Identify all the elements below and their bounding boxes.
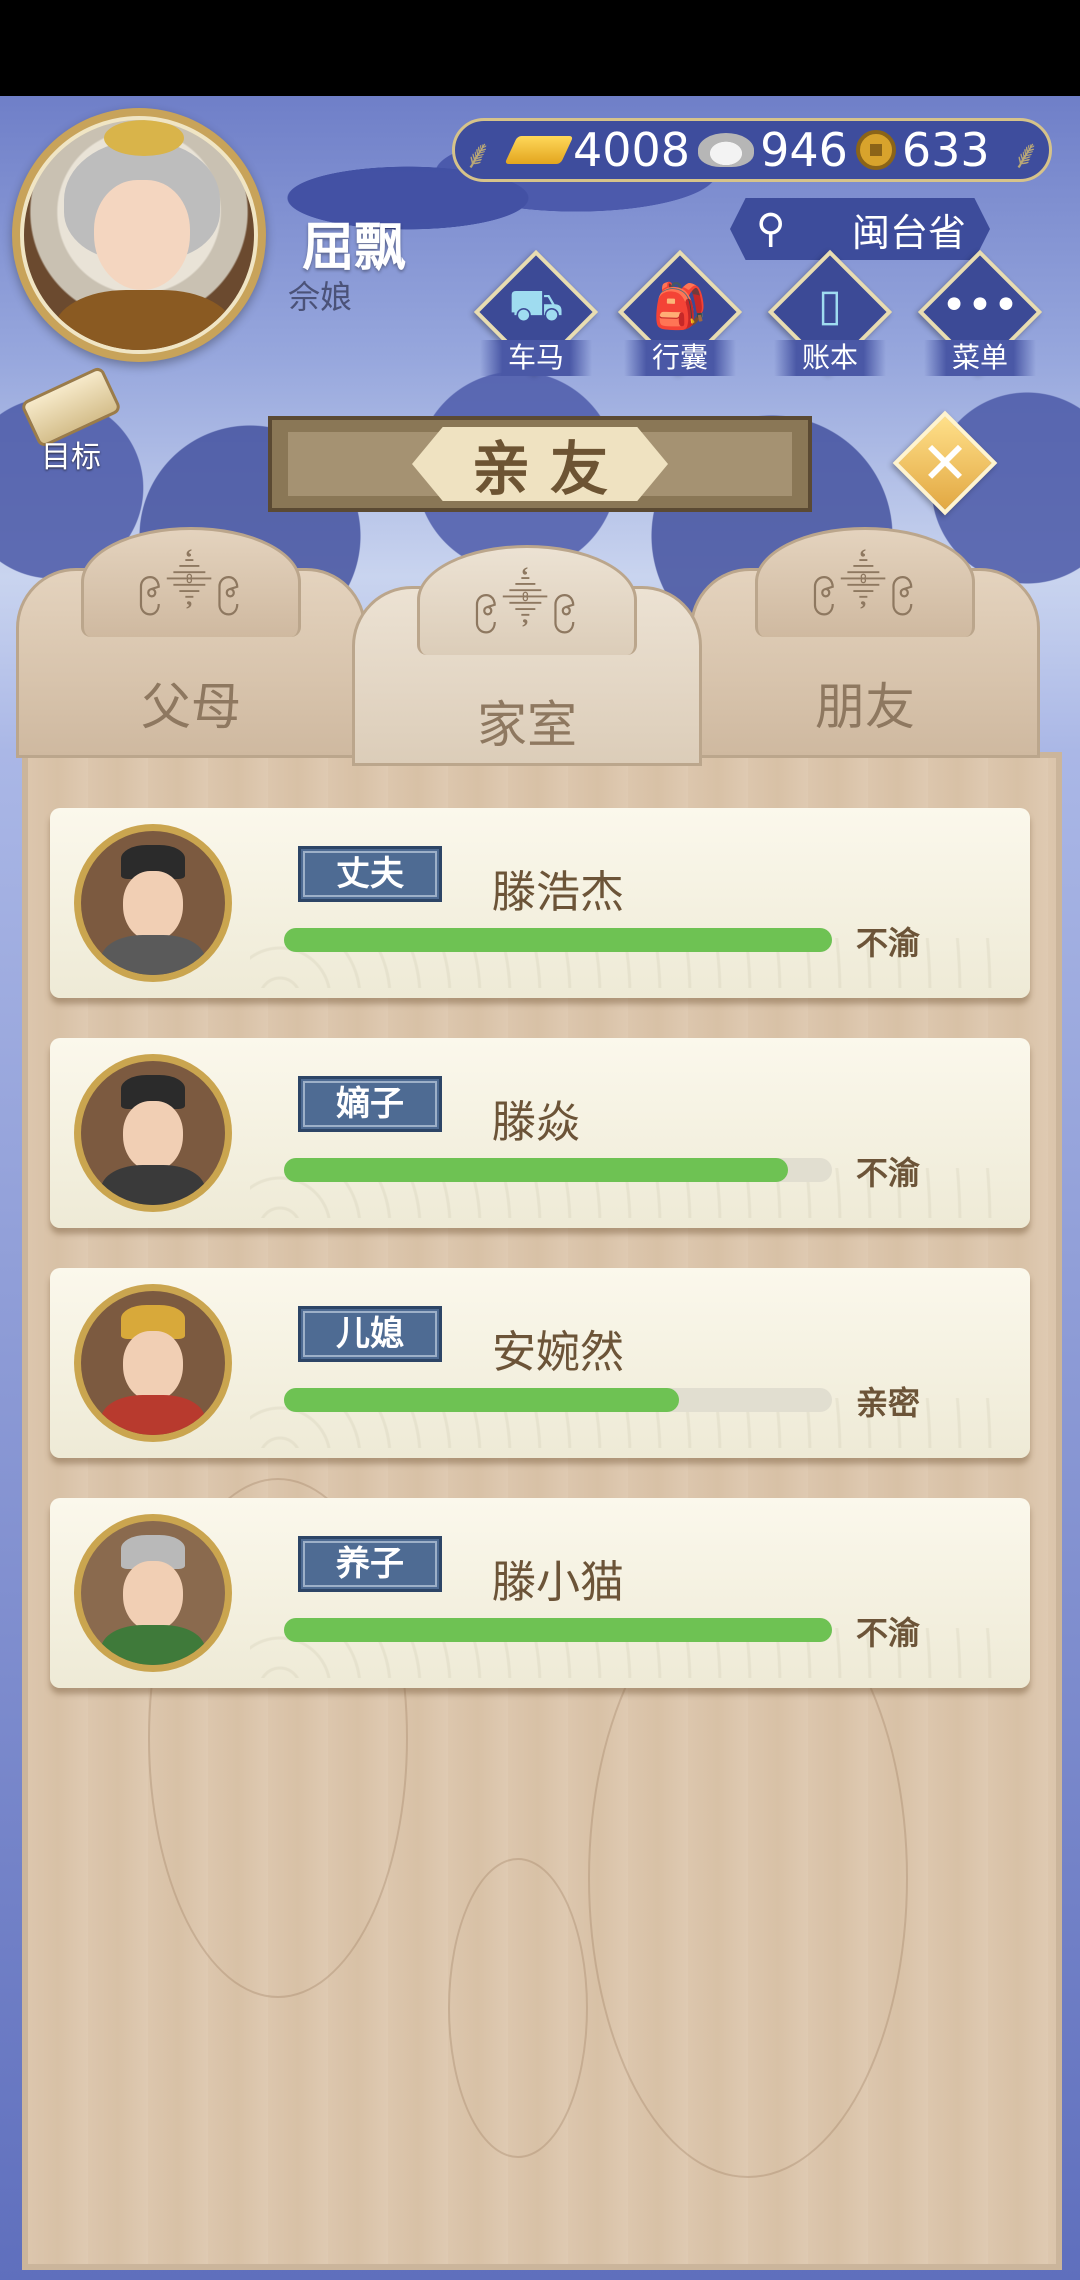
affinity-bar <box>284 1618 832 1642</box>
bamboo-right-icon: ⸙ <box>1011 132 1041 178</box>
portrait-face <box>123 871 183 941</box>
role-badge: 丈夫 <box>298 846 442 902</box>
status-bar <box>0 0 1080 96</box>
gold-counter[interactable]: 4008 <box>504 123 691 177</box>
carriage-button[interactable]: ⛟ 车马 <box>473 249 599 392</box>
portrait-face <box>123 1101 183 1171</box>
relation-status: 不渝 <box>856 1154 921 1192</box>
wood-grain <box>448 1858 588 2158</box>
avatar-crown <box>104 120 184 156</box>
map-location-icon: ⚲ <box>756 206 786 252</box>
member-name: 滕焱 <box>492 1097 580 1148</box>
avatar-robe <box>54 290 234 350</box>
goal-button[interactable]: 目标 <box>16 365 126 475</box>
member-portrait <box>74 1284 232 1442</box>
more-icon: ••• <box>941 280 1019 331</box>
tab-parents-label: 父母 <box>141 678 241 736</box>
location-label: 闽台省 <box>852 210 967 255</box>
affinity-bar <box>284 1388 832 1412</box>
ledger-label: 账本 <box>774 340 886 376</box>
page-title: 亲友 <box>412 427 668 501</box>
affinity-fill <box>284 928 832 952</box>
portrait-inner <box>81 1521 225 1665</box>
role-badge: 嫡子 <box>298 1076 442 1132</box>
member-name: 滕小猫 <box>492 1557 624 1608</box>
member-name: 安婉然 <box>492 1327 624 1378</box>
gold-ingot-icon <box>504 136 574 164</box>
portrait-body <box>101 1625 205 1665</box>
player-avatar[interactable] <box>12 108 266 362</box>
cloud-ornament-icon: ၉⸎၉ <box>755 527 975 637</box>
bag-button[interactable]: 🎒 行囊 <box>617 249 743 392</box>
avatar-portrait <box>20 116 258 354</box>
tab-friends-label: 朋友 <box>815 678 915 736</box>
location-button[interactable]: ⚲ 闽台省 <box>730 198 990 260</box>
menu-button[interactable]: ••• 菜单 <box>917 249 1043 392</box>
tab-parents[interactable]: ၉⸎၉ 父母 <box>16 527 366 758</box>
cloud-ornament-icon: ၉⸎၉ <box>417 545 637 655</box>
member-portrait <box>74 824 232 982</box>
title-banner: 亲友 <box>268 416 812 512</box>
silver-ingot-icon <box>698 133 755 167</box>
affinity-fill <box>284 1388 679 1412</box>
avatar-face <box>94 180 190 290</box>
coin-counter[interactable]: 633 <box>855 123 990 177</box>
member-card[interactable]: 丈夫 滕浩杰 不渝 <box>50 808 1030 998</box>
menu-label: 菜单 <box>924 340 1036 376</box>
portrait-face <box>123 1331 183 1401</box>
portrait-body <box>101 1395 205 1435</box>
portrait-body <box>101 1165 205 1205</box>
relation-status: 不渝 <box>856 924 921 962</box>
portrait-inner <box>81 831 225 975</box>
currency-bar: ⸙ 4008 946 633 ⸙ <box>452 118 1052 182</box>
ledger-icon: ▯ <box>817 280 843 331</box>
member-card[interactable]: 嫡子 滕焱 不渝 <box>50 1038 1030 1228</box>
cloud-ornament-icon: ၉⸎၉ <box>81 527 301 637</box>
portrait-body <box>101 935 205 975</box>
close-icon: ✕ <box>920 429 970 497</box>
affinity-fill <box>284 1158 789 1182</box>
tab-household-label: 家室 <box>477 696 577 754</box>
relation-status: 不渝 <box>856 1614 921 1652</box>
relation-status: 亲密 <box>856 1384 921 1422</box>
role-badge: 儿媳 <box>298 1306 442 1362</box>
affinity-bar <box>284 928 832 952</box>
member-portrait <box>74 1514 232 1672</box>
gold-amount: 4008 <box>573 123 691 177</box>
coin-amount: 633 <box>901 123 990 177</box>
carriage-icon: ⛟ <box>508 280 564 331</box>
player-name: 屈飘 <box>302 218 407 278</box>
tab-friends[interactable]: ၉⸎၉ 朋友 <box>690 527 1040 758</box>
portrait-inner <box>81 1061 225 1205</box>
copper-coin-icon <box>855 130 896 170</box>
carriage-label: 车马 <box>480 340 592 376</box>
player-title: 佘娘 <box>288 278 353 316</box>
bag-label: 行囊 <box>624 340 736 376</box>
bag-icon: 🎒 <box>652 281 708 332</box>
role-badge: 养子 <box>298 1536 442 1592</box>
member-card[interactable]: 儿媳 安婉然 亲密 <box>50 1268 1030 1458</box>
member-card[interactable]: 养子 滕小猫 不渝 <box>50 1498 1030 1688</box>
member-portrait <box>74 1054 232 1212</box>
ledger-button[interactable]: ▯ 账本 <box>767 249 893 392</box>
tab-household[interactable]: ၉⸎၉ 家室 <box>352 545 702 766</box>
goal-label: 目标 <box>41 440 101 475</box>
portrait-face <box>123 1561 183 1631</box>
member-name: 滕浩杰 <box>492 867 624 918</box>
bamboo-left-icon: ⸙ <box>463 132 493 178</box>
affinity-fill <box>284 1618 832 1642</box>
silver-amount: 946 <box>760 123 848 177</box>
portrait-inner <box>81 1291 225 1435</box>
silver-counter[interactable]: 946 <box>698 123 848 177</box>
affinity-bar <box>284 1158 832 1182</box>
